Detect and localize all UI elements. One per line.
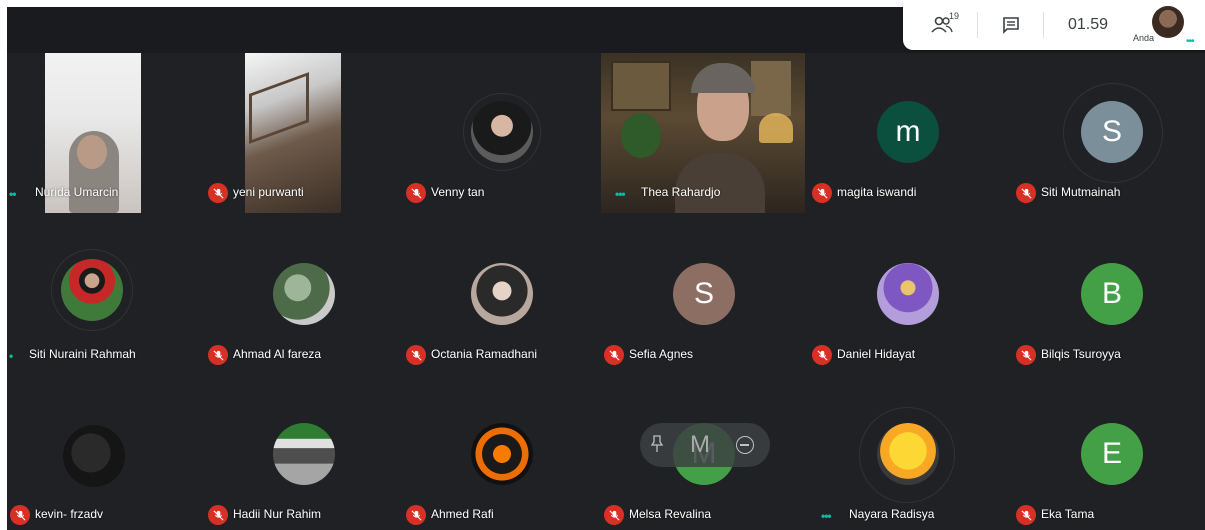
speaking-indicator: ••• — [615, 187, 626, 201]
chat-icon — [1003, 17, 1019, 34]
avatar: m — [877, 101, 939, 163]
mic-off-icon — [406, 505, 426, 525]
participant-tile[interactable]: kevin- frzadv — [7, 375, 205, 530]
remove-icon[interactable] — [736, 436, 754, 454]
avatar — [877, 423, 939, 485]
participant-name: Hadii Nur Rahim — [233, 507, 322, 521]
people-button[interactable]: 19 — [917, 0, 965, 50]
participant-tile[interactable]: ••• Nayara Radisya — [809, 375, 1007, 530]
participant-name: Thea Rahardjo — [641, 185, 721, 199]
participant-tile[interactable]: B Bilqis Tsuroyya — [1013, 215, 1205, 375]
self-avatar — [1152, 6, 1184, 38]
participant-tile[interactable]: Venny tan — [403, 53, 601, 213]
participant-name: Ahmed Rafi — [431, 507, 494, 521]
avatar — [471, 101, 533, 163]
divider — [977, 12, 978, 38]
mic-off-icon — [1016, 505, 1036, 525]
participant-tile[interactable]: E Eka Tama — [1013, 375, 1205, 530]
mic-off-icon — [1016, 345, 1036, 365]
participant-name: kevin- frzadv — [35, 507, 104, 521]
participant-name: Sefia Agnes — [629, 347, 694, 361]
avatar: B — [1081, 263, 1143, 325]
tile-hover-controls: M — [640, 423, 770, 467]
participant-name: Nurida Umarcin — [35, 185, 119, 199]
participant-name: Daniel Hidayat — [837, 347, 916, 361]
participant-name: Ahmad Al fareza — [233, 347, 322, 361]
participant-tile[interactable]: •• Nurida Umarcin — [7, 53, 205, 213]
mic-off-icon — [604, 345, 624, 365]
pin-icon[interactable] — [650, 435, 664, 458]
mic-off-icon — [10, 505, 30, 525]
participant-tile[interactable]: Hadii Nur Rahim — [205, 375, 403, 530]
mic-off-icon — [208, 345, 228, 365]
avatar: E — [1081, 423, 1143, 485]
avatar — [877, 263, 939, 325]
divider — [1043, 12, 1044, 38]
participant-name: Melsa Revalina — [629, 507, 712, 521]
participant-tile[interactable]: S Siti Mutmainah — [1013, 53, 1205, 213]
mic-off-icon — [208, 183, 228, 203]
participant-tile[interactable]: • Siti Nuraini Rahmah — [7, 215, 205, 375]
participant-name: Siti Nuraini Rahmah — [29, 347, 136, 361]
avatar — [63, 425, 125, 487]
avatar — [273, 423, 335, 485]
avatar — [273, 263, 335, 325]
participant-tile[interactable]: Ahmed Rafi — [403, 375, 601, 530]
mic-off-icon — [812, 183, 832, 203]
participant-tile[interactable]: m magita iswandi — [809, 53, 1007, 213]
participant-tile[interactable]: yeni purwanti — [205, 53, 403, 213]
speaking-indicator: • — [9, 349, 13, 363]
tile-initial-overlay: M — [690, 431, 710, 458]
participant-name: Nayara Radisya — [849, 507, 935, 521]
mic-off-icon — [406, 183, 426, 203]
meeting-clock: 01.59 — [1067, 16, 1109, 33]
participant-tile[interactable]: ••• Thea Rahardjo — [601, 53, 805, 213]
participant-name: Octania Ramadhani — [431, 347, 538, 361]
participant-name: magita iswandi — [837, 185, 917, 199]
participant-name: Eka Tama — [1041, 507, 1095, 521]
participant-tile[interactable]: Ahmad Al fareza — [205, 215, 403, 375]
mic-off-icon — [1016, 183, 1036, 203]
participant-tile[interactable]: Daniel Hidayat — [809, 215, 1007, 375]
avatar — [471, 423, 533, 485]
speaking-indicator: ••• — [821, 509, 832, 523]
participant-tile[interactable]: Octania Ramadhani — [403, 215, 601, 375]
avatar — [471, 263, 533, 325]
mic-off-icon — [812, 345, 832, 365]
self-view[interactable]: Anda ••• — [1128, 0, 1202, 50]
avatar: S — [1081, 101, 1143, 163]
participant-name: Bilqis Tsuroyya — [1041, 347, 1121, 361]
people-count: 19 — [949, 11, 960, 21]
meeting-toolbar: 19 01.59 Anda ••• — [903, 0, 1205, 50]
avatar: S — [673, 263, 735, 325]
meeting-stage: •• Nurida Umarcin yeni purwanti Venny ta… — [7, 7, 1205, 530]
chat-button[interactable] — [991, 0, 1031, 50]
mic-off-icon — [406, 345, 426, 365]
participant-tile[interactable]: S Sefia Agnes — [601, 215, 799, 375]
participant-name: Siti Mutmainah — [1041, 185, 1121, 199]
self-label: Anda — [1133, 33, 1155, 43]
participant-name: yeni purwanti — [233, 185, 304, 199]
avatar — [61, 259, 123, 321]
mic-off-icon — [208, 505, 228, 525]
mic-off-icon — [604, 505, 624, 525]
participant-name: Venny tan — [431, 185, 485, 199]
self-speaking-indicator: ••• — [1186, 36, 1194, 47]
speaking-indicator: •• — [9, 187, 16, 201]
